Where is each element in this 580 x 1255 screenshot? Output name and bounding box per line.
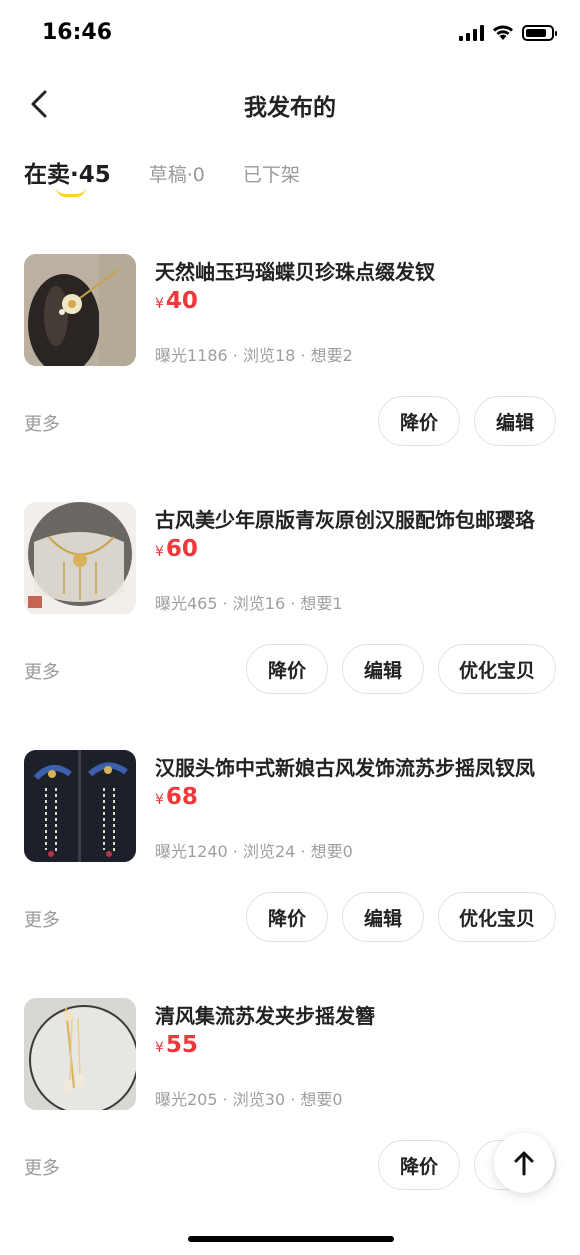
currency-symbol: ¥ [155,296,164,312]
listing-stats: 曝光1186 · 浏览18 · 想要2 [155,346,353,365]
listing-price: ¥68 [155,784,198,810]
currency-symbol: ¥ [155,792,164,808]
currency-symbol: ¥ [155,544,164,560]
home-indicator [188,1236,394,1242]
nav-bar: 我发布的 [0,70,580,140]
tab-drafts[interactable]: 草稿·0 [149,160,205,187]
more-link[interactable]: 更多 [24,410,60,436]
status-time: 16:46 [42,20,113,45]
listing-title[interactable]: 汉服头饰中式新娘古风发饰流苏步摇凤钗凤 [155,752,560,781]
more-link[interactable]: 更多 [24,906,60,932]
edit-button[interactable]: 编辑 [341,644,424,694]
currency-symbol: ¥ [155,1040,164,1056]
tab-removed[interactable]: 已下架 [243,160,300,187]
more-link[interactable]: 更多 [24,658,60,684]
scroll-to-top-button[interactable] [494,1133,554,1193]
optimize-listing-button[interactable]: 优化宝贝 [437,892,556,942]
product-thumbnail[interactable] [24,750,136,862]
listing-card[interactable]: 汉服头饰中式新娘古风发饰流苏步摇凤钗凤 ¥68 曝光1240 · 浏览24 · … [0,748,580,996]
wifi-icon [493,25,513,40]
page-title: 我发布的 [244,95,336,121]
product-thumbnail[interactable] [24,998,136,1110]
listing-price: ¥40 [155,288,198,314]
cellular-signal-icon [459,24,484,41]
listing-title[interactable]: 天然岫玉玛瑙蝶贝珍珠点缀发钗 [155,256,560,285]
reduce-price-button[interactable]: 降价 [378,1140,460,1190]
listing-stats: 曝光1240 · 浏览24 · 想要0 [155,842,353,861]
more-link[interactable]: 更多 [24,1154,60,1180]
battery-icon [522,24,557,41]
listing-card[interactable]: 清风集流苏发夹步摇发簪 ¥55 曝光205 · 浏览30 · 想要0 更多 降价… [0,996,580,1244]
price-value: 68 [165,784,198,810]
listing-title[interactable]: 清风集流苏发夹步摇发簪 [155,1000,560,1029]
listing-title[interactable]: 古风美少年原版青灰原创汉服配饰包邮璎珞 [155,504,560,533]
status-bar: 16:46 [0,0,580,70]
action-buttons: 降价 编辑 优化宝贝 [245,644,556,694]
edit-button[interactable]: 编辑 [341,892,424,942]
reduce-price-button[interactable]: 降价 [245,892,328,942]
listing-card[interactable]: 天然岫玉玛瑙蝶贝珍珠点缀发钗 ¥40 曝光1186 · 浏览18 · 想要2 更… [0,252,580,500]
price-value: 40 [165,288,198,314]
tab-bar: 在卖·45 草稿·0 已下架 [24,155,338,205]
action-buttons: 降价 编辑 [378,396,556,446]
edit-button[interactable]: 编辑 [474,396,556,446]
price-value: 60 [165,536,198,562]
action-buttons: 降价 编辑 优化宝贝 [245,892,556,942]
active-tab-indicator [56,187,86,197]
listing-card[interactable]: 古风美少年原版青灰原创汉服配饰包邮璎珞 ¥60 曝光465 · 浏览16 · 想… [0,500,580,748]
reduce-price-button[interactable]: 降价 [378,396,460,446]
listing-price: ¥60 [155,536,198,562]
listing-stats: 曝光205 · 浏览30 · 想要0 [155,1090,343,1109]
listing-price: ¥55 [155,1032,198,1058]
product-thumbnail[interactable] [24,254,136,366]
product-thumbnail[interactable] [24,502,136,614]
listing-stats: 曝光465 · 浏览16 · 想要1 [155,594,343,613]
tab-on-sale[interactable]: 在卖·45 [24,155,111,189]
status-icons [459,24,557,41]
arrow-up-icon [514,1151,534,1176]
reduce-price-button[interactable]: 降价 [245,644,328,694]
price-value: 55 [165,1032,198,1058]
listing-list: 天然岫玉玛瑙蝶贝珍珠点缀发钗 ¥40 曝光1186 · 浏览18 · 想要2 更… [0,252,580,1244]
optimize-listing-button[interactable]: 优化宝贝 [437,644,556,694]
